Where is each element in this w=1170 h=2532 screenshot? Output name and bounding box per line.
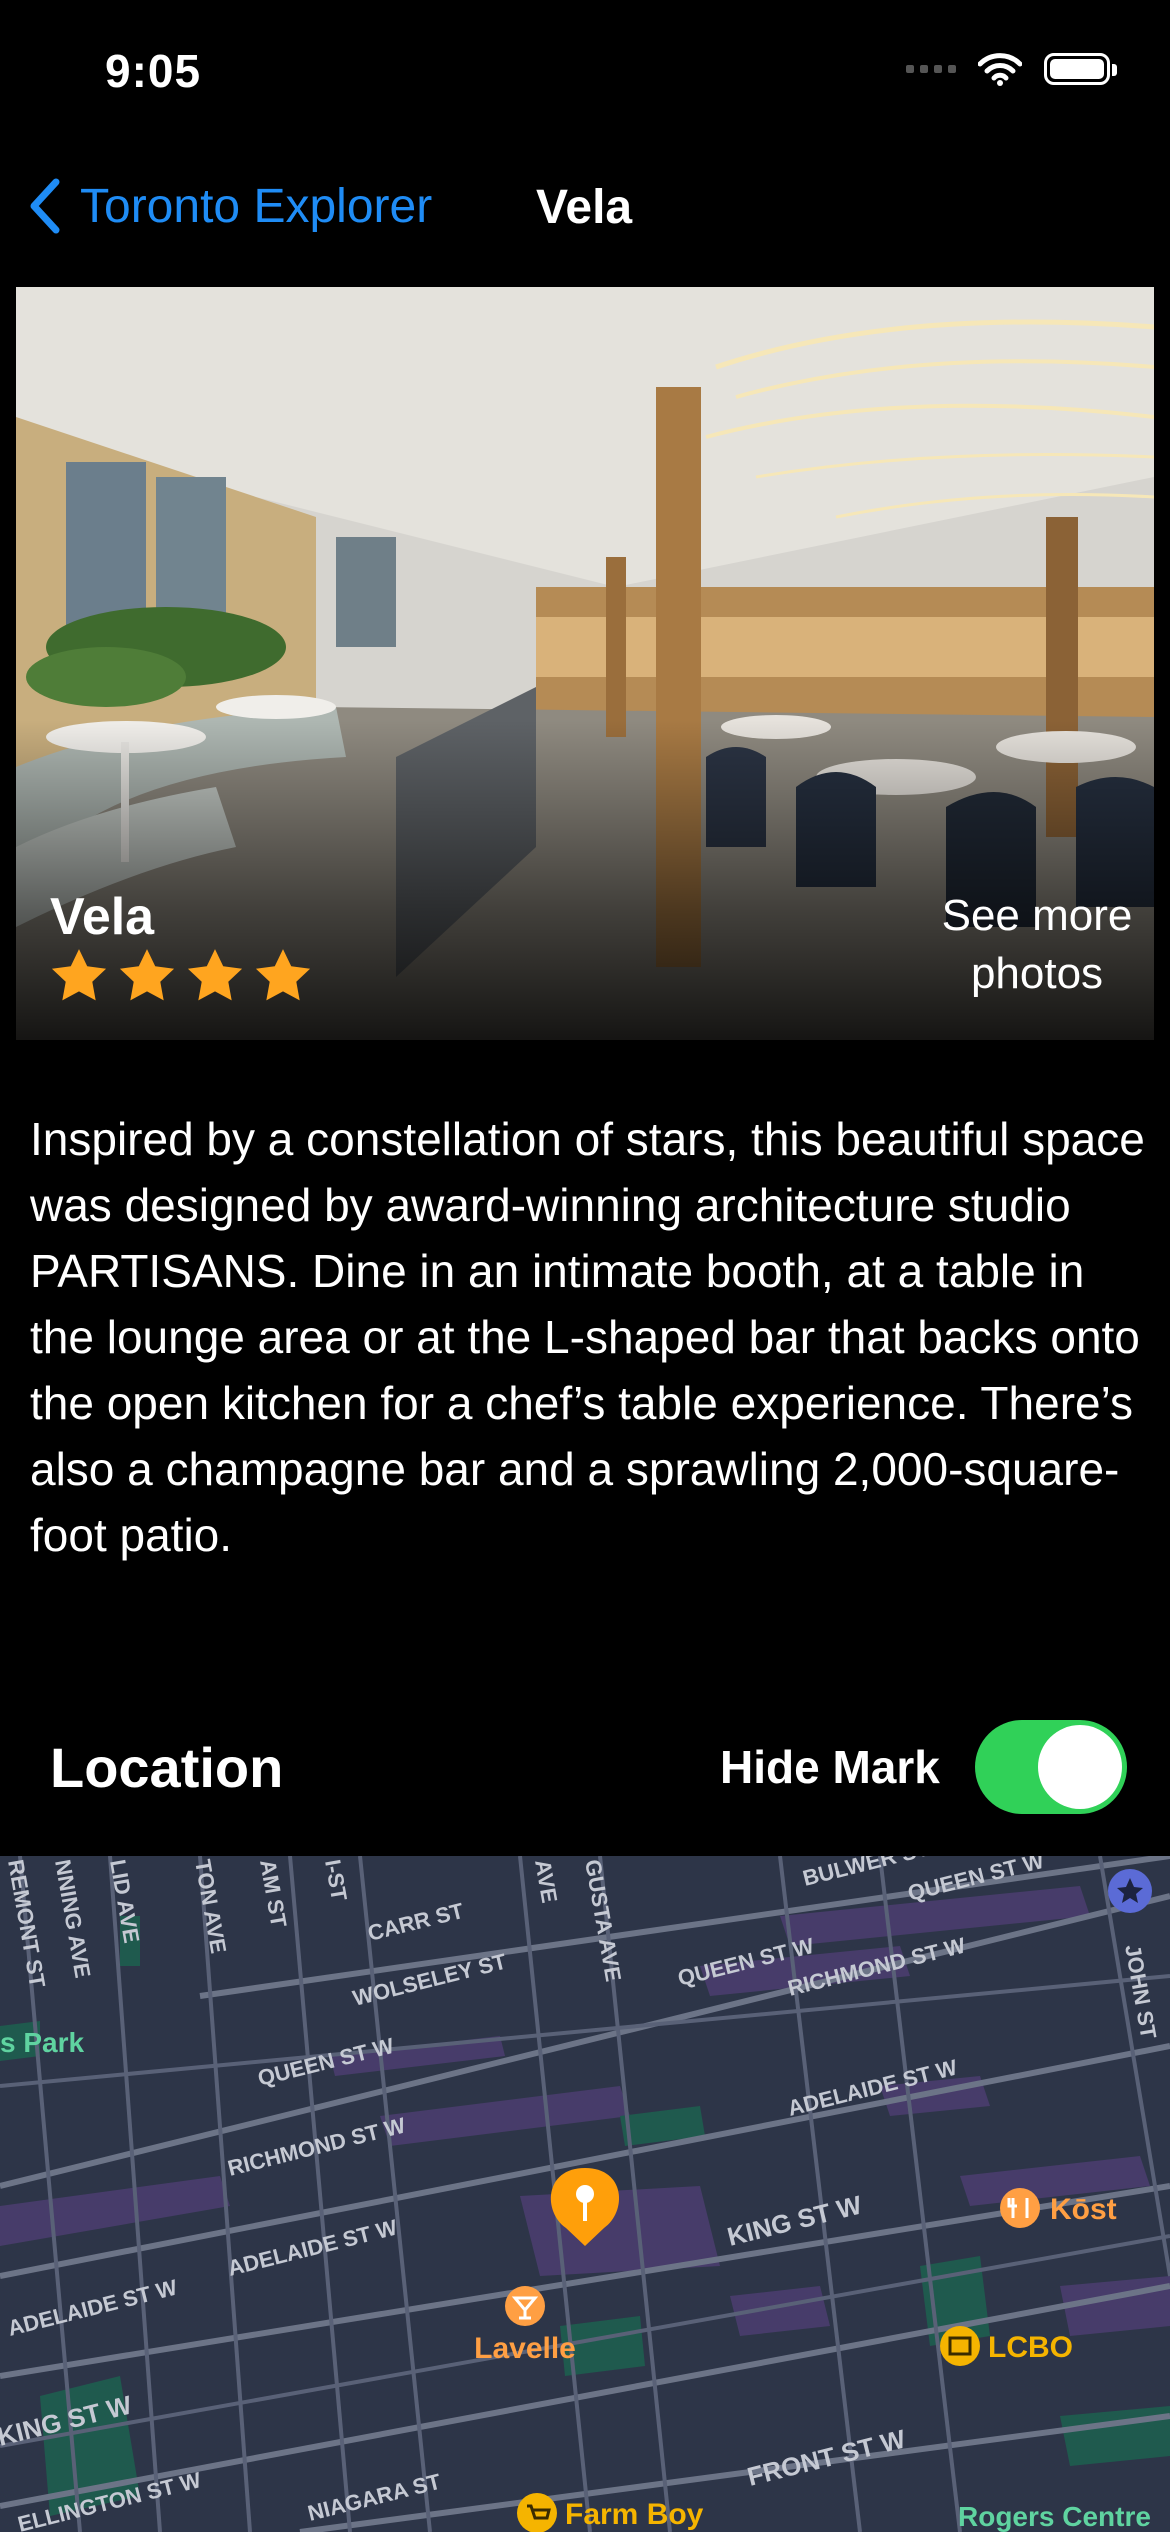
back-button-label: Toronto Explorer [80,179,433,233]
poi-label: LCBO [988,2331,1073,2364]
poi-landmark[interactable] [1108,1869,1152,1913]
hide-mark-toggle[interactable] [975,1720,1127,1814]
park-label: s Park [0,2027,84,2058]
poi-kost[interactable]: Kōst [1000,2188,1117,2228]
status-icons [906,52,1117,86]
shopping-cart-icon [517,2493,557,2532]
map-canvas: QUEEN ST W QUEEN ST W QUEEN ST W RICHMON… [0,1856,1170,2532]
poi-farm-boy[interactable]: Farm Boy [517,2493,704,2532]
battery-icon [1044,53,1117,85]
hero-restaurant-name: Vela [50,888,155,946]
hide-mark-label: Hide Mark [720,1741,940,1793]
hero-photo[interactable]: Vela See more photos [16,287,1154,1040]
poi-label: Rogers Centre [958,2501,1151,2532]
poi-label: Kōst [1050,2193,1117,2226]
map-view[interactable]: QUEEN ST W QUEEN ST W QUEEN ST W RICHMON… [0,1856,1170,2532]
back-button[interactable]: Toronto Explorer [26,176,432,236]
pin-icon [576,2185,594,2203]
toggle-knob [1038,1725,1122,1809]
location-heading: Location [50,1736,284,1799]
star-icon [51,949,107,1001]
cellular-signal-icon [906,65,956,73]
page-title: Vela [536,181,633,234]
star-icon [119,949,175,1001]
star-icon [187,949,243,1001]
poi-lcbo[interactable]: LCBO [940,2326,1073,2366]
see-more-label: See more photos [941,891,1133,998]
chevron-left-icon [30,178,60,234]
status-time: 9:05 [105,45,202,97]
poi-label: Farm Boy [565,2498,704,2531]
wifi-icon [978,53,1022,86]
see-more-photos-button[interactable]: See more photos [922,887,1152,1003]
star-icon [255,949,311,1001]
store-icon [940,2326,980,2366]
poi-label: Lavelle [474,2332,576,2365]
restaurant-description: Inspired by a constellation of stars, th… [30,1113,1145,1561]
star-rating [50,947,312,1003]
cocktail-icon [505,2286,545,2326]
restaurant-icon [1000,2188,1040,2228]
